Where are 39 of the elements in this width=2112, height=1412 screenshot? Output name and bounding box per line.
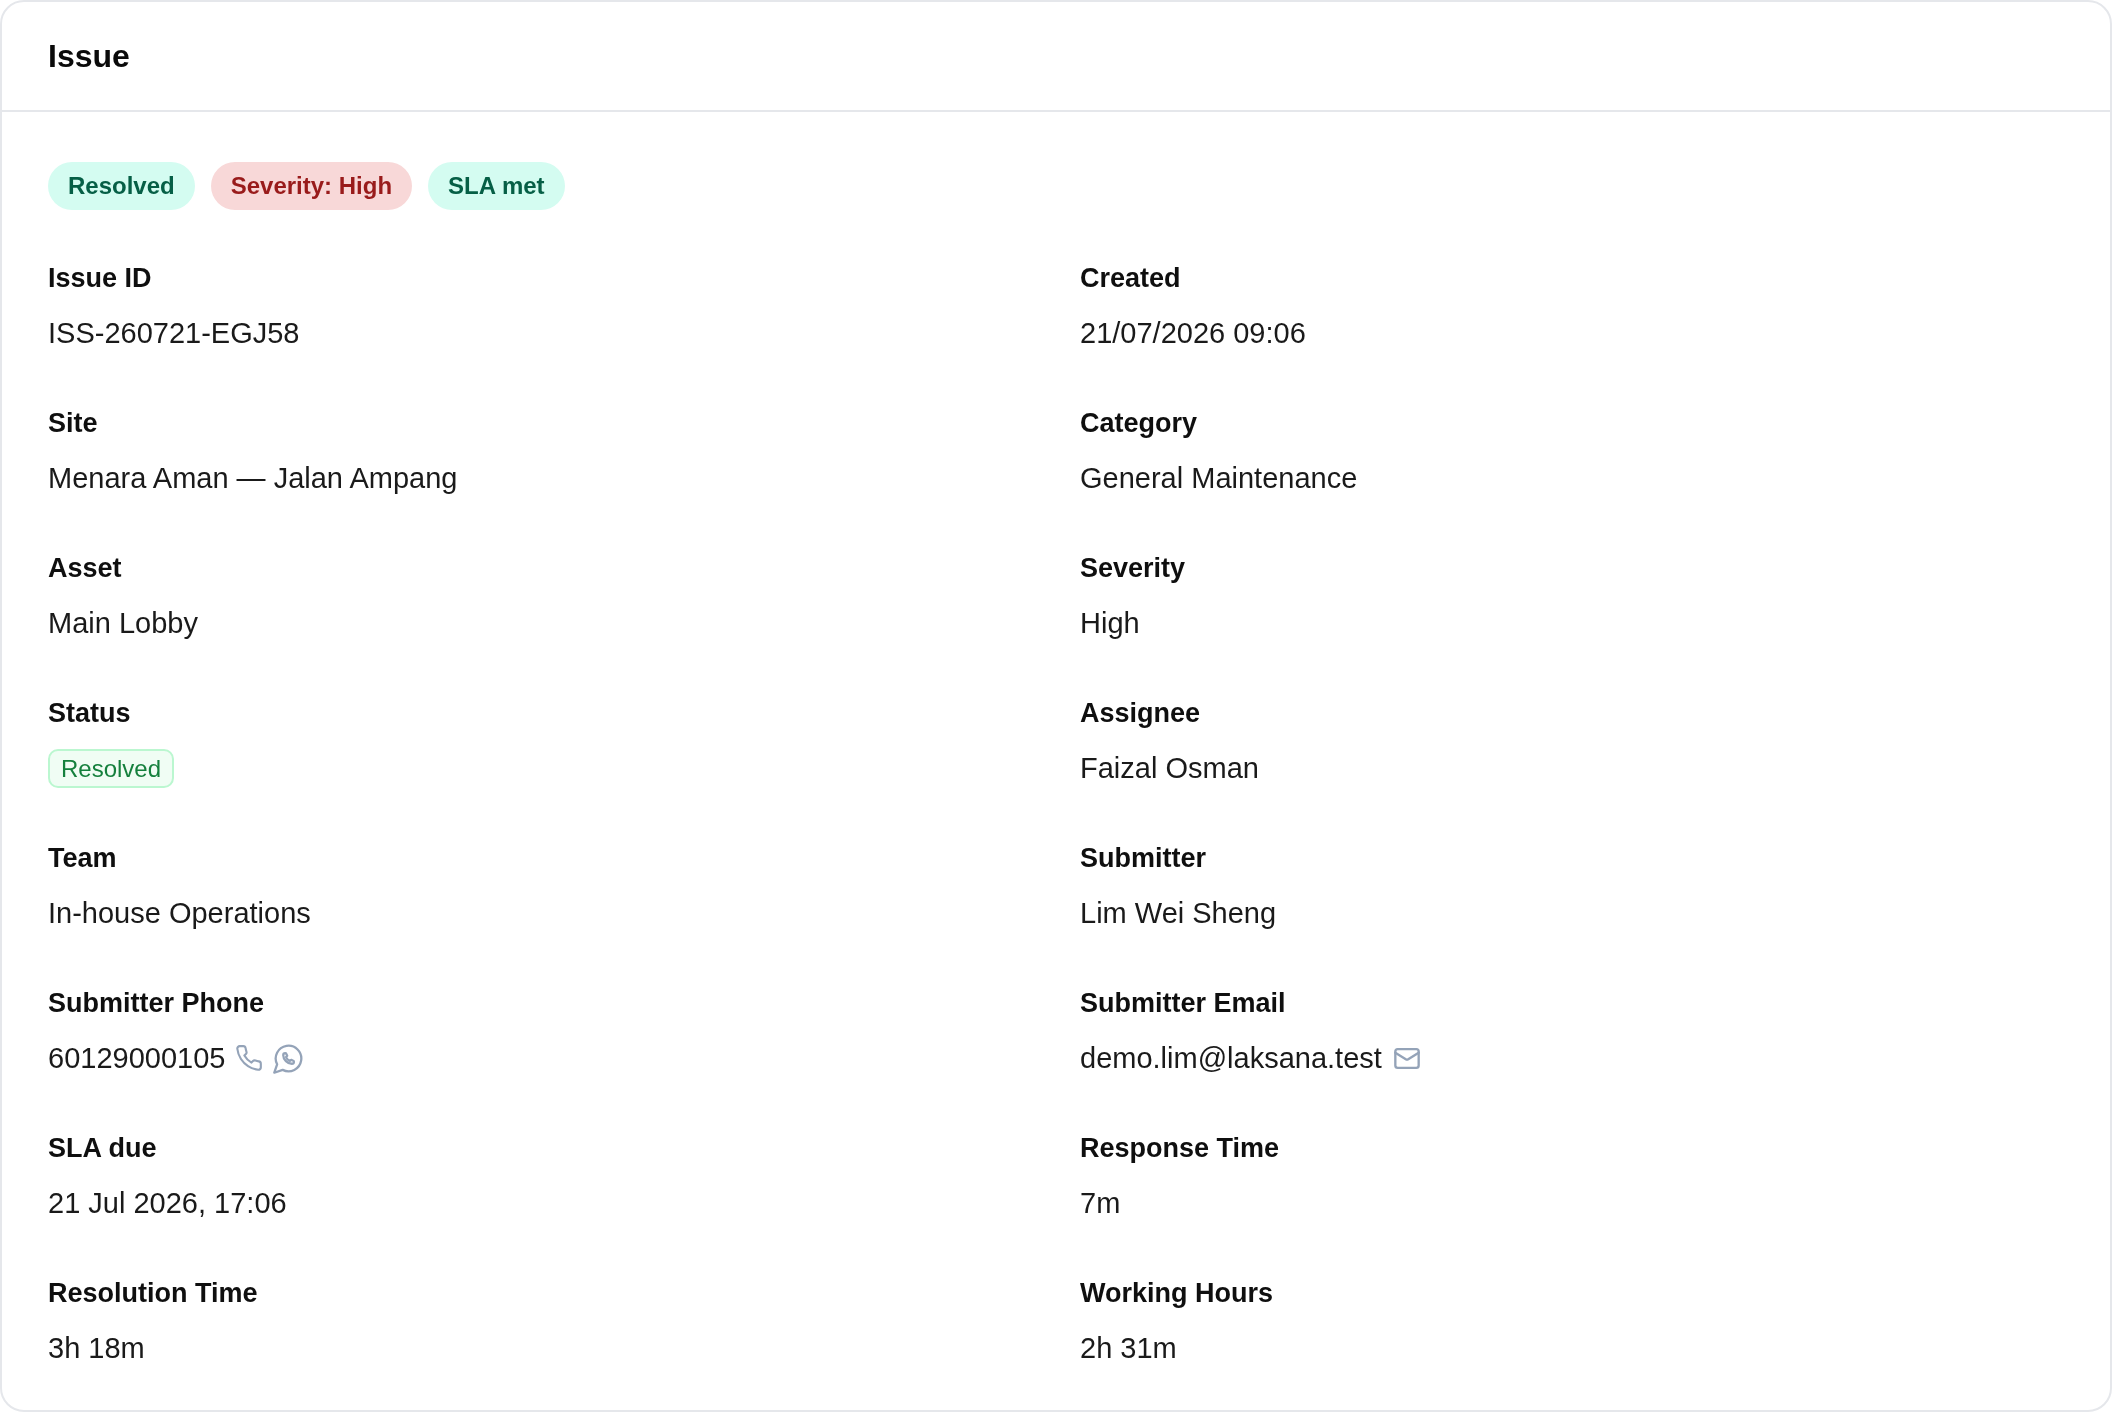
summary-badge: Resolved [48,162,195,210]
panel-title: Issue [48,37,130,76]
field-label: Category [1080,407,1199,440]
field-value: High [1080,606,1140,641]
field-label: Severity [1080,552,1187,585]
field-label: Team [48,842,118,875]
field-value: demo.lim@laksana.test [1080,1041,1382,1076]
field-label: Resolution Time [48,1277,259,1310]
field-label: Response Time [1080,1132,1281,1165]
field-value: Main Lobby [48,606,198,641]
field-value: General Maintenance [1080,461,1358,496]
summary-badge: Severity: High [210,162,413,210]
field-value: 2h 31m [1080,1331,1177,1366]
field-value: Faizal Osman [1080,751,1259,786]
field-label: Submitter Email [1080,987,1287,1020]
summary-badge: SLA met [428,162,565,210]
field-value: 60129000105 [48,1041,226,1076]
mail-icon[interactable] [1393,1047,1420,1069]
field-value: 21/07/2026 09:06 [1080,316,1306,351]
field-value: Lim Wei Sheng [1080,896,1277,931]
status-badge: Resolved [48,748,175,788]
field-label: Asset [48,552,123,585]
field-label: Created [1080,262,1182,295]
field-label: Site [48,407,99,440]
field-label: Issue ID [48,262,153,295]
field-label: Submitter Phone [48,987,265,1020]
chat-phone-icon[interactable] [273,1042,305,1074]
field-value: 3h 18m [48,1331,145,1366]
field-label: SLA due [48,1132,158,1165]
field-value: ISS-260721-EGJ58 [48,316,300,351]
field-value: In-house Operations [48,896,311,931]
field-label: Working Hours [1080,1277,1274,1310]
phone-icon[interactable] [236,1045,263,1071]
field-label: Assignee [1080,697,1202,730]
field-label: Submitter [1080,842,1207,875]
field-value: 7m [1080,1186,1121,1221]
field-value: Menara Aman — Jalan Ampang [48,461,458,496]
field-value: 21 Jul 2026, 17:06 [48,1186,287,1221]
field-label: Status [48,697,132,730]
